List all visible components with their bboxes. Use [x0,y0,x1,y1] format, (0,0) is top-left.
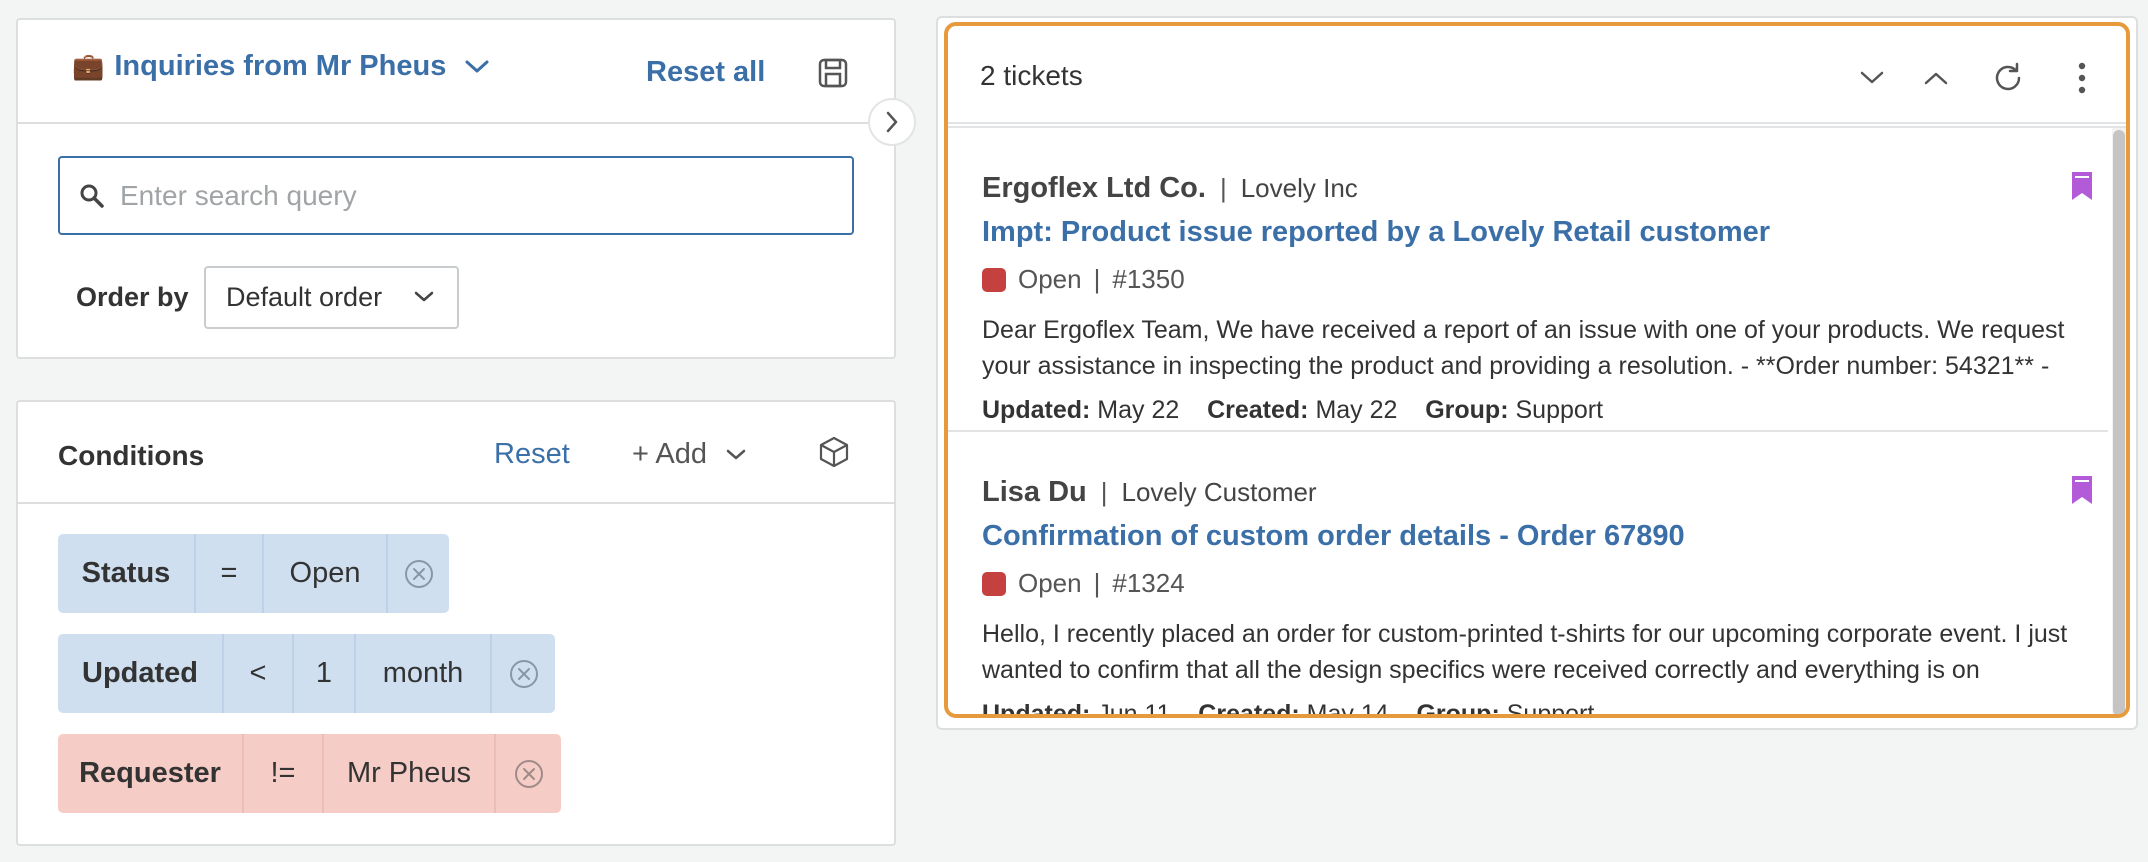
updated-label: Updated: [982,700,1091,718]
group-value: Support [1506,700,1595,718]
created-value: May 22 [1315,396,1398,424]
separator: | [1093,568,1101,598]
ticket-requester[interactable]: Lovely Inc [1241,173,1358,204]
briefcase-icon: 💼 [72,51,105,81]
separator: | [1100,477,1108,507]
bookmark-icon[interactable] [2070,474,2094,506]
group-value: Support [1515,396,1604,424]
separator: | [1219,173,1227,203]
chevron-down-icon [725,448,747,462]
ticket-subject-link[interactable]: Impt: Product issue reported by a Lovely… [982,216,1770,249]
order-by-select[interactable]: Default order [204,266,459,329]
ticket-requester[interactable]: Lovely Customer [1122,477,1317,508]
remove-condition-button[interactable] [386,534,449,613]
status-indicator [982,571,1006,596]
condition-operator[interactable]: != [242,734,322,813]
remove-circle-icon [508,658,540,690]
ticket-header: Lisa Du | Lovely Customer [982,476,1317,509]
worksheet-selector[interactable]: 💼 Inquiries from Mr Pheus [72,50,490,83]
reset-all-button[interactable]: Reset all [646,56,765,89]
condition-operator[interactable]: = [194,534,262,613]
chevron-up-icon [1923,70,1949,86]
chevron-down-icon [1859,70,1885,86]
collapse-panel-button[interactable] [868,98,916,146]
created-label: Created: [1207,396,1309,424]
remove-condition-button[interactable] [490,634,555,713]
remove-condition-button[interactable] [494,734,561,813]
ticket-card[interactable]: Ergoflex Ltd Co. | Lovely Inc Impt: Prod… [948,128,2108,430]
ticket-organization[interactable]: Ergoflex Ltd Co. [982,172,1206,205]
add-condition-label: + Add [632,438,707,470]
ticket-meta: Updated: Jun 11 Created: May 14 Group: S… [982,700,1595,718]
scrollbar-track[interactable] [2112,128,2126,714]
chevron-down-icon [413,290,435,304]
condition-value[interactable]: Mr Pheus [322,734,494,813]
chevron-down-icon [464,59,490,75]
separator: | [1093,264,1101,294]
conditions-reset-button[interactable]: Reset [494,438,570,471]
condition-chip-status[interactable]: Status = Open [58,534,449,613]
save-icon[interactable] [816,56,850,90]
ticket-status-row: Open | #1350 [982,264,1185,295]
scrollbar-thumb[interactable] [2113,130,2125,714]
bookmark-icon[interactable] [2070,170,2094,202]
divider [18,122,894,124]
condition-amount[interactable]: 1 [292,634,354,713]
order-by-label: Order by [76,282,189,312]
divider [18,502,894,504]
ticket-organization[interactable]: Lisa Du [982,476,1087,509]
condition-chip-updated[interactable]: Updated < 1 month [58,634,555,713]
cube-icon[interactable] [816,434,852,470]
condition-field[interactable]: Status [58,534,194,613]
remove-circle-icon [403,558,435,590]
refresh-button[interactable] [1986,56,2030,100]
divider [948,122,2126,124]
worksheet-title: Inquiries from Mr Pheus [114,50,447,82]
ticket-id: #1350 [1112,264,1185,294]
ticket-meta: Updated: May 22 Created: May 22 Group: S… [982,396,1603,425]
collapse-all-button[interactable] [1916,58,1956,98]
updated-label: Updated: [982,396,1091,424]
ticket-id: #1324 [1112,568,1185,598]
condition-value[interactable]: Open [262,534,386,613]
more-options-button[interactable] [2062,56,2102,100]
updated-value: May 22 [1097,396,1180,424]
condition-operator[interactable]: < [222,634,292,713]
search-input[interactable] [120,158,840,233]
worksheet-panel: 💼 Inquiries from Mr Pheus Reset all Orde… [16,18,896,359]
search-icon [78,182,106,210]
condition-chip-requester[interactable]: Requester != Mr Pheus [58,734,561,813]
ticket-status: Open [1018,264,1082,294]
remove-circle-icon [513,758,545,790]
ticket-subject-link[interactable]: Confirmation of custom order details - O… [982,520,1685,553]
ticket-status-row: Open | #1324 [982,568,1185,599]
expand-all-button[interactable] [1852,58,1892,98]
ticket-count: 2 tickets [980,60,1083,91]
condition-field[interactable]: Requester [58,734,242,813]
search-box[interactable] [58,156,854,235]
ticket-preview: Hello, I recently placed an order for cu… [982,620,2068,684]
group-label: Group: [1416,700,1500,718]
order-by-value: Default order [226,282,383,312]
conditions-title: Conditions [58,440,205,471]
ticket-list-panel: 2 tickets Ergoflex Ltd Co. | Lovely Inc [944,22,2130,718]
ticket-card[interactable]: Lisa Du | Lovely Customer Confirmation o… [948,432,2108,718]
condition-unit[interactable]: month [354,634,490,713]
group-label: Group: [1425,396,1509,424]
ticket-header: Ergoflex Ltd Co. | Lovely Inc [982,172,1358,205]
status-indicator [982,267,1006,292]
conditions-panel: Conditions Reset + Add Status = Open Upd… [16,400,896,846]
updated-value: Jun 11 [1097,700,1171,718]
ticket-status: Open [1018,568,1082,598]
created-label: Created: [1198,700,1300,718]
add-condition-button[interactable]: + Add [632,438,747,471]
chevron-right-icon [885,110,899,134]
ticket-preview: Dear Ergoflex Team, We have received a r… [982,316,2065,380]
refresh-icon [1991,61,2025,95]
more-vertical-icon [2078,62,2086,94]
condition-field[interactable]: Updated [58,634,222,713]
created-value: May 14 [1306,700,1389,718]
